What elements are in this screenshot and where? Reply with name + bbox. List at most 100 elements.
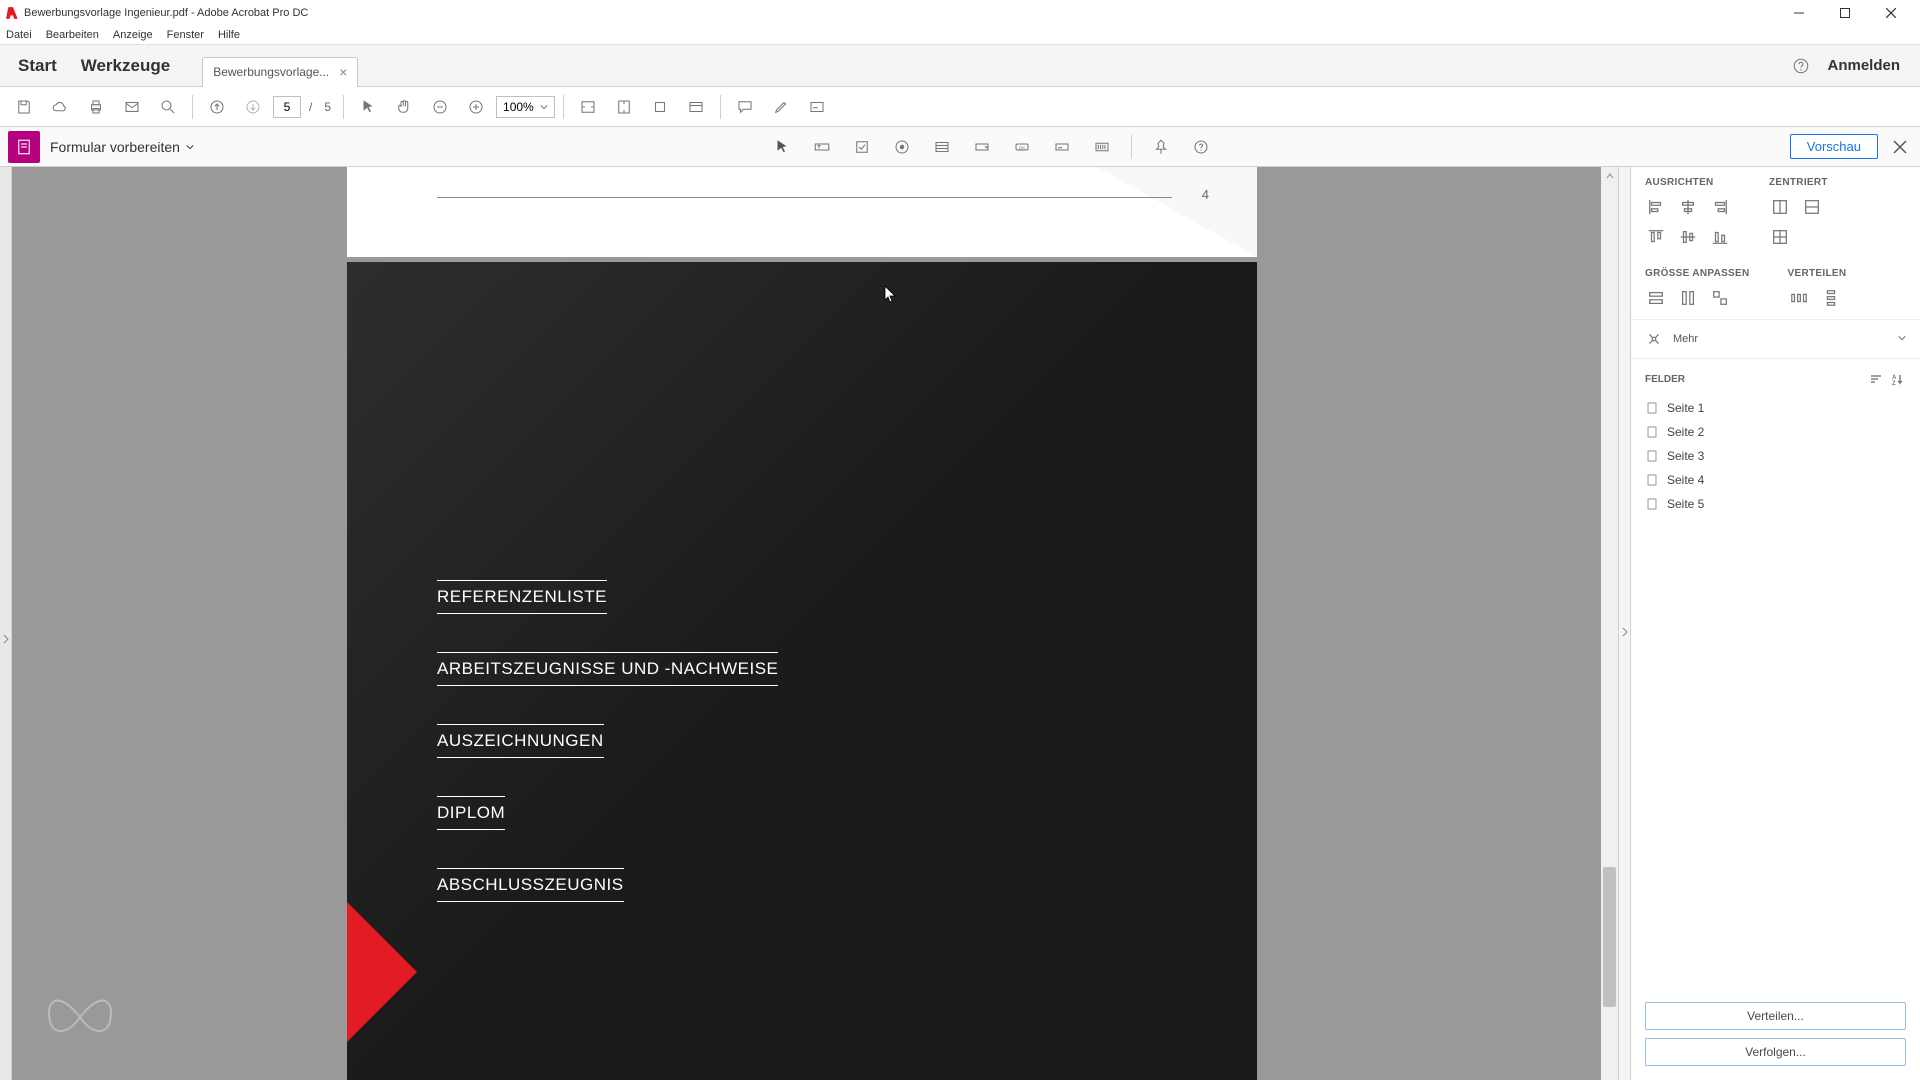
select-tool-icon[interactable] xyxy=(352,91,384,123)
distribute-h-icon[interactable] xyxy=(1788,287,1810,309)
sort-fields-icon[interactable] xyxy=(1866,369,1886,389)
menu-file[interactable]: Datei xyxy=(6,29,32,41)
zoom-select[interactable]: 100% xyxy=(496,96,555,118)
window-title: Bewerbungsvorlage Ingenieur.pdf - Adobe … xyxy=(24,7,308,19)
print-icon[interactable] xyxy=(80,91,112,123)
signin-link[interactable]: Anmelden xyxy=(1815,57,1912,74)
comment-icon[interactable] xyxy=(729,91,761,123)
dropdown-field-icon[interactable] xyxy=(967,132,997,162)
radio-field-icon[interactable] xyxy=(887,132,917,162)
form-help-icon[interactable] xyxy=(1186,132,1216,162)
window-controls xyxy=(1776,0,1914,25)
save-icon[interactable] xyxy=(8,91,40,123)
red-triangle-decoration xyxy=(347,902,417,1042)
pin-icon[interactable] xyxy=(1146,132,1176,162)
list-field-icon[interactable] xyxy=(927,132,957,162)
checkbox-field-icon[interactable] xyxy=(847,132,877,162)
match-both-icon[interactable] xyxy=(1709,287,1731,309)
tab-tools[interactable]: Werkzeuge xyxy=(67,56,184,76)
separator xyxy=(563,95,564,119)
more-label: Mehr xyxy=(1673,333,1698,345)
form-title-dropdown[interactable]: Formular vorbereiten xyxy=(50,139,194,155)
list-item-referenzen: REFERENZENLISTE xyxy=(437,580,607,614)
separator xyxy=(192,95,193,119)
barcode-field-icon[interactable] xyxy=(1087,132,1117,162)
align-right-icon[interactable] xyxy=(1709,196,1731,218)
document-viewport[interactable]: 4 REFERENZENLISTE ARBEITSZEUGNISSE UND -… xyxy=(12,167,1618,1080)
left-sidebar-collapsed[interactable] xyxy=(0,167,12,1080)
close-form-panel-icon[interactable] xyxy=(1888,135,1912,159)
attachment-list: REFERENZENLISTE ARBEITSZEUGNISSE UND -NA… xyxy=(437,580,778,902)
center-both-icon[interactable] xyxy=(1769,226,1791,248)
close-tab-icon[interactable]: × xyxy=(339,64,347,80)
distribute-button[interactable]: Verteilen... xyxy=(1645,1002,1906,1030)
fit-width-icon[interactable] xyxy=(572,91,604,123)
form-fields-panel: AUSRICHTEN ZENTRIERT xyxy=(1630,167,1920,1080)
menu-window[interactable]: Fenster xyxy=(167,29,204,41)
mouse-cursor-icon xyxy=(884,285,896,303)
butterfly-watermark-icon xyxy=(40,987,120,1052)
tab-start[interactable]: Start xyxy=(8,56,67,76)
distribute-v-icon[interactable] xyxy=(1820,287,1842,309)
align-top-icon[interactable] xyxy=(1645,226,1667,248)
center-h-icon[interactable] xyxy=(1769,196,1791,218)
close-button[interactable] xyxy=(1868,0,1914,25)
maximize-button[interactable] xyxy=(1822,0,1868,25)
current-page: REFERENZENLISTE ARBEITSZEUGNISSE UND -NA… xyxy=(347,262,1257,1080)
scroll-up-icon[interactable] xyxy=(1601,167,1618,184)
page-corner-fold xyxy=(1097,167,1257,257)
help-icon[interactable] xyxy=(1787,57,1815,75)
menu-edit[interactable]: Bearbeiten xyxy=(46,29,99,41)
zoom-value: 100% xyxy=(503,100,534,114)
page-up-icon[interactable] xyxy=(201,91,233,123)
scrollbar-track[interactable] xyxy=(1601,167,1618,1080)
signature-icon[interactable] xyxy=(801,91,833,123)
chevron-down-icon xyxy=(1898,334,1906,342)
expand-left-icon[interactable] xyxy=(2,624,10,654)
fields-section-title: FELDER xyxy=(1645,374,1685,385)
hand-tool-icon[interactable] xyxy=(388,91,420,123)
align-center-h-icon[interactable] xyxy=(1677,196,1699,218)
preview-button[interactable]: Vorschau xyxy=(1790,134,1878,159)
zoom-out-icon[interactable] xyxy=(424,91,456,123)
field-page-5[interactable]: Seite 5 xyxy=(1645,495,1906,513)
menu-view[interactable]: Anzeige xyxy=(113,29,153,41)
document-tab-label: Bewerbungsvorlage... xyxy=(213,65,329,79)
track-button[interactable]: Verfolgen... xyxy=(1645,1038,1906,1066)
match-width-icon[interactable] xyxy=(1645,287,1667,309)
zoom-in-icon[interactable] xyxy=(460,91,492,123)
menu-help[interactable]: Hilfe xyxy=(218,29,240,41)
chevron-right-icon xyxy=(1622,624,1628,642)
align-left-icon[interactable] xyxy=(1645,196,1667,218)
field-page-1[interactable]: Seite 1 xyxy=(1645,399,1906,417)
center-v-icon[interactable] xyxy=(1801,196,1823,218)
mail-icon[interactable] xyxy=(116,91,148,123)
sort-az-icon[interactable]: AZ xyxy=(1886,369,1906,389)
collapse-right-handle[interactable] xyxy=(1618,167,1630,1080)
scrollbar-thumb[interactable] xyxy=(1603,867,1616,1007)
minimize-button[interactable] xyxy=(1776,0,1822,25)
field-page-4[interactable]: Seite 4 xyxy=(1645,471,1906,489)
text-field-icon[interactable] xyxy=(807,132,837,162)
page-number-input[interactable] xyxy=(273,96,301,118)
signature-field-icon[interactable] xyxy=(1047,132,1077,162)
align-bottom-icon[interactable] xyxy=(1709,226,1731,248)
document-tab[interactable]: Bewerbungsvorlage... × xyxy=(202,57,358,87)
list-item-arbeitszeugnisse: ARBEITSZEUGNISSE UND -NACHWEISE xyxy=(437,652,778,686)
align-center-v-icon[interactable] xyxy=(1677,226,1699,248)
more-dropdown[interactable]: Mehr xyxy=(1631,319,1920,359)
previous-page-bottom: 4 xyxy=(347,167,1257,257)
read-mode-icon[interactable] xyxy=(680,91,712,123)
rotate-icon[interactable] xyxy=(644,91,676,123)
cloud-icon[interactable] xyxy=(44,91,76,123)
page-down-icon[interactable] xyxy=(237,91,269,123)
match-height-icon[interactable] xyxy=(1677,287,1699,309)
field-page-3[interactable]: Seite 3 xyxy=(1645,447,1906,465)
select-field-icon[interactable] xyxy=(767,132,797,162)
highlight-icon[interactable] xyxy=(765,91,797,123)
button-field-icon[interactable]: OK xyxy=(1007,132,1037,162)
field-page-2[interactable]: Seite 2 xyxy=(1645,423,1906,441)
search-icon[interactable] xyxy=(152,91,184,123)
align-section-title: AUSRICHTEN xyxy=(1645,177,1731,188)
fit-page-icon[interactable] xyxy=(608,91,640,123)
